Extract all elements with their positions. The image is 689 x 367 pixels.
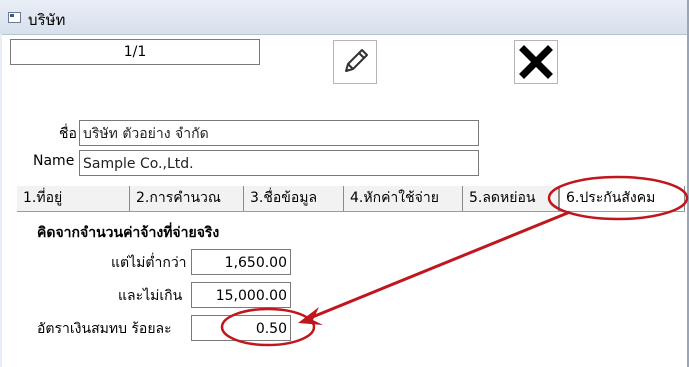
window-icon [8,12,21,23]
max-wage-label: และไม่เกิน [118,288,183,304]
name-en-label: Name [33,153,75,169]
window-left-border [0,34,2,367]
tab-allowances[interactable]: 5.ลดหย่อน [463,186,559,211]
tab-divider [17,211,685,212]
tab-address[interactable]: 1.ที่อยู่ [17,186,130,211]
tab-data-names[interactable]: 3.ชื่อข้อมูล [244,186,344,211]
contribution-rate-input[interactable]: 0.50 [191,315,291,341]
close-button[interactable] [514,40,558,84]
name-th-input[interactable]: บริษัท ตัวอย่าง จำกัด [79,120,479,146]
annotation-arrow-line [309,210,571,320]
contribution-rate-label: อัตราเงินสมทบ ร้อยละ [37,321,172,337]
tab-social-security[interactable]: 6.ประกันสังคม [559,186,685,211]
min-wage-input[interactable]: 1,650.00 [191,249,291,275]
max-wage-input[interactable]: 15,000.00 [191,282,291,308]
annotation-arrowhead [298,307,323,325]
tab-expenses[interactable]: 4.หักค่าใช้จ่าย [344,186,463,211]
record-position: 1/1 [10,39,260,65]
name-en-input[interactable]: Sample Co.,Ltd. [79,150,479,176]
x-icon [519,45,553,79]
window-title: บริษัท [28,11,66,29]
section-title: คิดจากจำนวนค่าจ้างที่จ่ายจริง [37,225,220,241]
min-wage-label: แต่ไม่ต่ำกว่า [111,255,187,271]
title-bar: บริษัท [0,0,689,35]
name-th-label: ชื่อ [59,126,77,142]
edit-button[interactable] [333,40,377,84]
pencil-icon [345,49,368,72]
tab-strip: 1.ที่อยู่ 2.การคำนวณ 3.ชื่อข้อมูล 4.หักค… [17,186,685,211]
tab-calculation[interactable]: 2.การคำนวณ [130,186,244,211]
